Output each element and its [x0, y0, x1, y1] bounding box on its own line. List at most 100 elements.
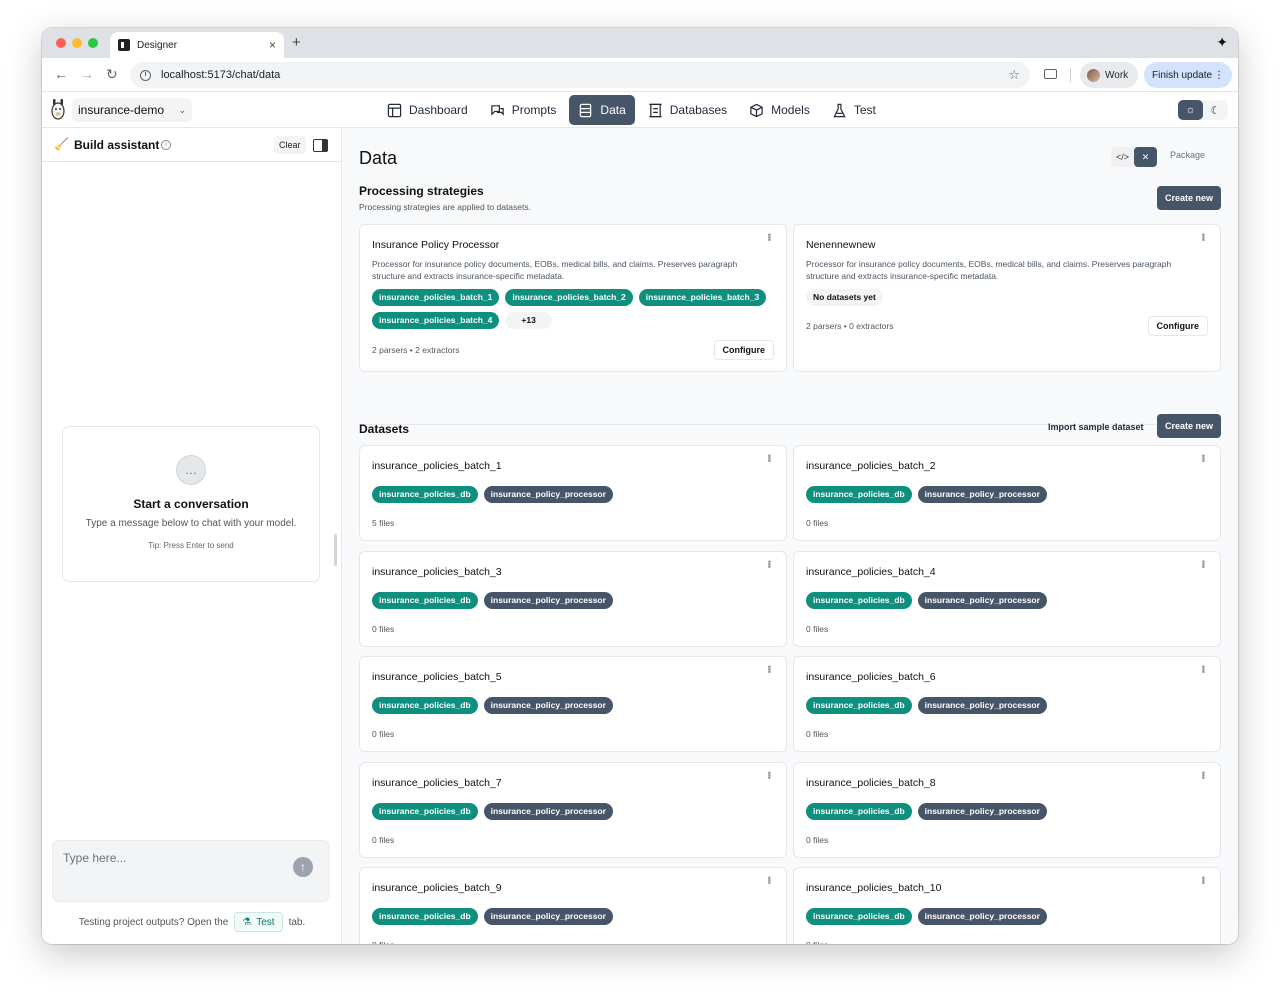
- dataset-card[interactable]: insurance_policies_batch_7 ••• insurance_p…: [359, 761, 787, 858]
- bookmark-star-icon[interactable]: ☆: [1008, 67, 1020, 83]
- zoom-window-button[interactable]: [88, 38, 98, 48]
- dataset-card[interactable]: insurance_policies_batch_6 ••• insurance_p…: [793, 656, 1221, 752]
- more-options-icon[interactable]: •••: [763, 665, 774, 673]
- more-datasets-badge[interactable]: +13: [505, 312, 552, 329]
- database-tag[interactable]: insurance_policies_db: [806, 591, 912, 609]
- moon-icon[interactable]: ☾: [1203, 100, 1228, 120]
- processor-tag[interactable]: insurance_policy_processor: [917, 591, 1047, 609]
- create-dataset-button[interactable]: Create new: [1157, 414, 1222, 438]
- more-options-icon[interactable]: •••: [1197, 560, 1208, 568]
- import-sample-dataset-button[interactable]: Import sample dataset: [1048, 422, 1144, 432]
- url-text[interactable]: localhost:5173/chat/data: [161, 69, 1008, 81]
- sidebar-title: Build assistant: [74, 138, 160, 152]
- strategy-dataset-tags: insurance_policies_batch_1 insurance_pol…: [372, 289, 792, 329]
- info-icon[interactable]: i: [161, 140, 171, 150]
- dataset-card[interactable]: insurance_policies_batch_8 ••• insurance_p…: [793, 761, 1221, 858]
- send-arrow-icon[interactable]: ↑: [293, 857, 313, 877]
- nav-tab-test[interactable]: Test: [823, 95, 885, 125]
- processor-tag[interactable]: insurance_policy_processor: [917, 908, 1047, 925]
- more-options-icon[interactable]: •••: [763, 233, 774, 241]
- dataset-card[interactable]: insurance_policies_batch_2 ••• insurance_p…: [793, 445, 1221, 541]
- browser-tab-designer[interactable]: Designer ×: [110, 32, 284, 58]
- more-options-icon[interactable]: •••: [1197, 233, 1208, 241]
- configure-button[interactable]: Configure: [713, 340, 774, 360]
- package-button[interactable]: Package: [1170, 150, 1205, 160]
- configure-button[interactable]: Configure: [1147, 316, 1208, 336]
- toggle-panel-icon[interactable]: [313, 139, 328, 152]
- processor-tag[interactable]: insurance_policy_processor: [483, 908, 613, 925]
- chat-input-box[interactable]: ↑: [52, 840, 330, 902]
- dataset-card[interactable]: insurance_policies_batch_10 ••• insurance_…: [793, 867, 1221, 944]
- kebab-menu-icon[interactable]: ⋮: [1214, 70, 1224, 81]
- database-tag[interactable]: insurance_policies_db: [372, 486, 478, 503]
- view-toggle[interactable]: </> ✕: [1111, 147, 1157, 167]
- database-tag[interactable]: insurance_policies_db: [372, 908, 478, 925]
- nav-tab-models[interactable]: Models: [740, 95, 819, 125]
- clear-button[interactable]: Clear: [274, 136, 306, 154]
- sparkle-icon[interactable]: ✦: [1216, 34, 1228, 51]
- database-tag[interactable]: insurance_policies_db: [372, 697, 478, 714]
- dataset-card[interactable]: insurance_policies_batch_5 ••• insurance_p…: [359, 656, 787, 752]
- more-options-icon[interactable]: •••: [763, 771, 774, 779]
- more-options-icon[interactable]: •••: [1197, 771, 1208, 779]
- dataset-name: insurance_policies_batch_2: [806, 460, 936, 472]
- build-assistant-sidebar: 🧹 Build assistant i Clear … Start a conv…: [42, 128, 342, 944]
- back-icon[interactable]: ←: [54, 66, 68, 82]
- cast-icon[interactable]: [1044, 69, 1057, 79]
- dataset-card[interactable]: insurance_policies_batch_1 ••• insurance_p…: [359, 445, 787, 541]
- project-selector[interactable]: insurance-demo ⌄: [72, 98, 192, 122]
- dataset-card[interactable]: insurance_policies_batch_9 ••• insurance_p…: [359, 867, 787, 944]
- open-test-tab-button[interactable]: ⚗ Test: [234, 912, 283, 932]
- theme-toggle[interactable]: ☼ ☾: [1178, 100, 1228, 120]
- more-options-icon[interactable]: •••: [1197, 454, 1208, 462]
- database-tag[interactable]: insurance_policies_db: [806, 802, 912, 820]
- more-options-icon[interactable]: •••: [1197, 876, 1208, 884]
- strategy-card[interactable]: Insurance Policy Processor ••• Processor…: [359, 224, 787, 372]
- chat-input[interactable]: [63, 851, 263, 865]
- database-tag[interactable]: insurance_policies_db: [372, 802, 478, 820]
- more-options-icon[interactable]: •••: [763, 876, 774, 884]
- nav-tab-prompts[interactable]: Prompts: [481, 95, 566, 125]
- dataset-tag[interactable]: insurance_policies_batch_2: [505, 289, 633, 306]
- nav-tab-dashboard[interactable]: Dashboard: [378, 95, 477, 125]
- more-options-icon[interactable]: •••: [763, 560, 774, 568]
- database-tag[interactable]: insurance_policies_db: [372, 591, 478, 609]
- more-options-icon[interactable]: •••: [763, 454, 774, 462]
- profile-button[interactable]: Work: [1080, 62, 1138, 88]
- sidebar-resize-handle[interactable]: [334, 534, 337, 566]
- processor-tag[interactable]: insurance_policy_processor: [483, 591, 613, 609]
- database-tag[interactable]: insurance_policies_db: [806, 486, 912, 503]
- visual-view-icon[interactable]: ✕: [1134, 147, 1157, 167]
- nav-tab-data[interactable]: Data: [569, 95, 635, 125]
- nav-tab-label: Models: [771, 103, 810, 117]
- processor-tag[interactable]: insurance_policy_processor: [917, 486, 1047, 503]
- processor-tag[interactable]: insurance_policy_processor: [483, 802, 613, 820]
- chat-bubble-icon: …: [176, 455, 206, 485]
- reload-icon[interactable]: ↻: [106, 66, 118, 83]
- tab-close-icon[interactable]: ×: [269, 38, 276, 52]
- new-tab-button[interactable]: +: [292, 34, 301, 51]
- url-omnibox[interactable]: i localhost:5173/chat/data ☆: [130, 62, 1030, 88]
- strategy-card[interactable]: Nenennewnew ••• Processor for insurance …: [793, 224, 1221, 372]
- processor-tag[interactable]: insurance_policy_processor: [917, 697, 1047, 714]
- processor-tag[interactable]: insurance_policy_processor: [483, 486, 613, 503]
- dataset-card[interactable]: insurance_policies_batch_4 ••• insurance_p…: [793, 550, 1221, 647]
- site-info-icon[interactable]: i: [140, 69, 151, 81]
- more-options-icon[interactable]: •••: [1197, 665, 1208, 673]
- dataset-tag[interactable]: insurance_policies_batch_4: [372, 312, 500, 329]
- dataset-card[interactable]: insurance_policies_batch_3 ••• insurance_p…: [359, 550, 787, 647]
- finish-update-button[interactable]: Finish update ⋮: [1144, 62, 1232, 88]
- database-tag[interactable]: insurance_policies_db: [806, 908, 912, 925]
- close-window-button[interactable]: [56, 38, 66, 48]
- minimize-window-button[interactable]: [72, 38, 82, 48]
- sun-icon[interactable]: ☼: [1178, 100, 1203, 120]
- processor-tag[interactable]: insurance_policy_processor: [483, 697, 613, 714]
- code-view-icon[interactable]: </>: [1111, 147, 1134, 167]
- create-strategy-button[interactable]: Create new: [1157, 186, 1222, 210]
- processor-tag[interactable]: insurance_policy_processor: [917, 802, 1047, 820]
- nav-tab-databases[interactable]: Databases: [639, 95, 736, 125]
- dataset-tag[interactable]: insurance_policies_batch_3: [638, 289, 767, 306]
- dataset-tag[interactable]: insurance_policies_batch_1: [372, 289, 500, 306]
- database-tag[interactable]: insurance_policies_db: [806, 697, 912, 714]
- forward-icon[interactable]: →: [80, 66, 94, 82]
